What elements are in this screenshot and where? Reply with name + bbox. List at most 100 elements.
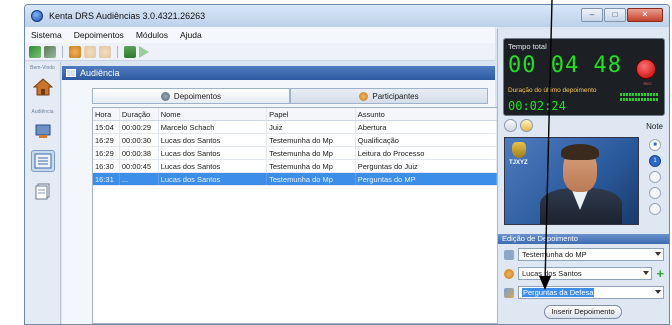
papel-select[interactable]: Testemunha do MP [518,248,664,261]
connect-icon[interactable] [29,45,41,58]
person-icon [504,268,514,279]
recorder-panel: Tempo total 00 04 48 Duração do último d… [497,29,669,324]
table-row[interactable]: 15:04 00:00:29 Marcelo Schach Juiz Abert… [93,121,497,134]
maximize-button[interactable]: □ [604,8,626,22]
audio-level-bar [620,93,658,96]
cell-hora: 16:29 [93,147,120,159]
microphone-icon [160,91,170,101]
menu-sistema[interactable]: Sistema [25,30,68,40]
sidebar-item-depoimentos[interactable] [30,150,55,172]
total-time-label: Tempo total [508,42,547,51]
documents-icon [35,183,49,200]
pause-icon[interactable] [520,119,533,132]
add-participant-icon[interactable]: + [656,267,664,280]
close-button[interactable]: ✕ [627,8,663,22]
nome-field-row: Lucas dos Santos + [504,267,664,280]
cell-papel: Testemunha do Mp [267,147,356,159]
person-edit-icon[interactable] [84,45,96,58]
cell-hora: 16:31 [93,173,120,185]
cell-nome: Lucas dos Santos [159,173,268,185]
sidebar-item-audiencia[interactable] [31,120,55,142]
cell-duracao: 00:00:30 [120,134,159,146]
cell-nome: Lucas dos Santos [159,134,268,146]
audio-level-bar [620,98,658,101]
table-row[interactable]: 16:29 00:00:30 Lucas dos Santos Testemun… [93,134,497,147]
video-preview: TJXYZ [504,137,639,225]
court-emblem-icon [512,142,526,158]
list-icon [34,153,51,169]
assunto-field-row: Perguntas da Defesa [504,286,664,299]
table-row[interactable]: 16:29 00:00:38 Lucas dos Santos Testemun… [93,147,497,160]
timer-display: Tempo total 00 04 48 Duração do último d… [503,38,665,116]
gavel-icon [35,124,50,138]
audio-level-meter [620,93,658,103]
window-controls: – □ ✕ [581,8,663,22]
column-header-nome[interactable]: Nome [159,108,268,120]
column-header-hora[interactable]: Hora [93,108,120,120]
sidebar-item-documentos[interactable] [31,180,55,202]
sidebar-item-home[interactable] [31,76,55,98]
menu-ajuda[interactable]: Ajuda [174,30,208,40]
cell-assunto: Perguntas do Juiz [356,160,497,172]
column-header-papel[interactable]: Papel [267,108,356,120]
cell-duracao: ... [120,173,159,185]
nome-select[interactable]: Lucas dos Santos [518,267,653,280]
camera-slot-1[interactable]: 1 [649,155,661,167]
note-label[interactable]: Note [646,122,663,131]
camera-slot-3[interactable] [649,187,661,199]
minimize-button[interactable]: – [581,8,603,22]
menu-bar: Sistema Depoimentos Módulos Ajuda [25,27,495,43]
papel-value: Testemunha do MP [522,250,587,259]
cell-nome: Lucas dos Santos [159,147,268,159]
insert-depoimento-button[interactable]: Inserir Depoimento [544,305,622,319]
people-icon [359,91,369,101]
camera-slot-2[interactable] [649,171,661,183]
stop-icon[interactable] [504,119,517,132]
app-window: Kenta DRS Audiências 3.0.4321.26263 – □ … [24,4,670,325]
window-title: Kenta DRS Audiências 3.0.4321.26263 [49,11,206,21]
last-duration-label: Duração do último depoimento [508,87,597,94]
record-button[interactable] [636,59,656,79]
column-header-duracao[interactable]: Duração [120,108,159,120]
subject-icon [504,287,514,298]
table-row[interactable]: 16:30 00:00:45 Lucas dos Santos Testemun… [93,160,497,173]
menu-depoimentos[interactable]: Depoimentos [68,30,130,40]
play-icon[interactable] [139,45,149,58]
cell-duracao: 00:00:29 [120,121,159,133]
tab-depoimentos[interactable]: Depoimentos [92,88,290,104]
tab-strip: Depoimentos Participantes [92,88,488,104]
cell-duracao: 00:00:38 [120,147,159,159]
role-icon [504,249,514,260]
person-remove-icon[interactable] [99,45,111,58]
cell-nome: Marcelo Schach [159,121,268,133]
cell-hora: 16:29 [93,134,120,146]
disconnect-icon[interactable] [44,45,56,58]
app-logo-icon [31,10,43,22]
checklist-icon[interactable] [124,45,136,58]
menu-modulos[interactable]: Módulos [130,30,174,40]
video-person-hair [561,144,599,160]
table-header: Hora Duração Nome Papel Assunto [93,108,497,121]
camera-icon[interactable]: ■ [649,139,661,151]
assunto-input[interactable]: Perguntas da Defesa [518,286,664,299]
sidebar-label-audiencia: Audiência [31,109,54,115]
camera-slot-4[interactable] [649,203,661,215]
last-duration-value: 00:02:24 [508,99,566,113]
edicao-header: Edição de Depoimento [498,234,669,244]
tab-participantes-label: Participantes [372,91,419,101]
cell-papel: Juiz [267,121,356,133]
person-add-icon[interactable] [69,45,81,58]
video-tag: TJXYZ [509,160,528,166]
sidebar: Bem-Vindo Audiência [25,62,61,324]
house-icon [32,78,53,96]
sidebar-label-bem-vindo: Bem-Vindo [30,65,55,71]
cell-assunto: Abertura [356,121,497,133]
cell-assunto: Qualificação [356,134,497,146]
cell-papel: Testemunha do Mp [267,160,356,172]
section-icon [66,69,76,77]
chevron-down-icon [655,252,661,256]
table-row-selected[interactable]: 16:31 ... Lucas dos Santos Testemunha do… [93,173,497,186]
column-header-assunto[interactable]: Assunto [356,108,497,120]
tab-participantes[interactable]: Participantes [290,88,488,104]
cell-duracao: 00:00:45 [120,160,159,172]
